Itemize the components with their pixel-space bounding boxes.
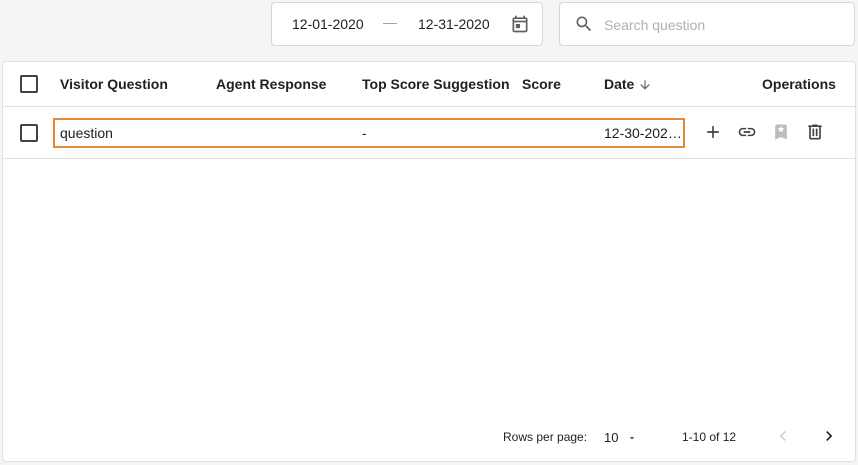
date-end[interactable]: 12-31-2020	[418, 16, 490, 32]
search-box	[559, 2, 855, 46]
pagination-range: 1-10 of 12	[682, 430, 737, 444]
delete-icon[interactable]	[805, 122, 825, 142]
chevron-down-icon	[629, 437, 635, 440]
select-all-checkbox[interactable]	[20, 75, 38, 93]
column-date: Date	[604, 76, 635, 92]
date-range-picker[interactable]: 12-01-2020 — 12-31-2020	[271, 2, 543, 46]
column-score[interactable]: Score	[522, 76, 561, 92]
chevron-left-icon[interactable]	[773, 426, 793, 446]
table-row[interactable]: question - 12-30-202…	[3, 108, 855, 159]
arrow-down-icon[interactable]	[638, 78, 652, 92]
search-input[interactable]	[604, 13, 834, 37]
column-operations: Operations	[762, 76, 836, 92]
chevron-right-icon[interactable]	[819, 426, 839, 446]
table-header: Visitor Question Agent Response Top Scor…	[3, 62, 855, 107]
search-icon	[576, 16, 592, 32]
rows-per-page-select[interactable]: 10	[604, 428, 644, 448]
pagination-footer: Rows per page: 10 1-10 of 12	[3, 422, 855, 452]
column-date-header[interactable]: Date	[604, 76, 652, 92]
calendar-icon[interactable]	[510, 14, 530, 34]
questions-table: Visitor Question Agent Response Top Scor…	[2, 61, 856, 462]
rows-per-page-value: 10	[604, 430, 619, 445]
column-top-score-suggestion[interactable]: Top Score Suggestion	[362, 76, 510, 92]
column-agent-response[interactable]: Agent Response	[216, 76, 326, 92]
cell-visitor-question: question	[60, 125, 113, 141]
rows-per-page-label: Rows per page:	[503, 430, 588, 444]
cell-top-score-suggestion: -	[362, 125, 367, 141]
date-separator: —	[383, 14, 397, 30]
row-highlight	[53, 118, 685, 148]
column-visitor-question[interactable]: Visitor Question	[60, 76, 168, 92]
add-icon[interactable]	[703, 122, 723, 142]
row-checkbox[interactable]	[20, 124, 38, 142]
date-start[interactable]: 12-01-2020	[292, 16, 364, 32]
link-icon[interactable]	[737, 122, 757, 142]
bookmark-icon[interactable]	[771, 122, 791, 142]
cell-date: 12-30-202…	[604, 125, 682, 141]
